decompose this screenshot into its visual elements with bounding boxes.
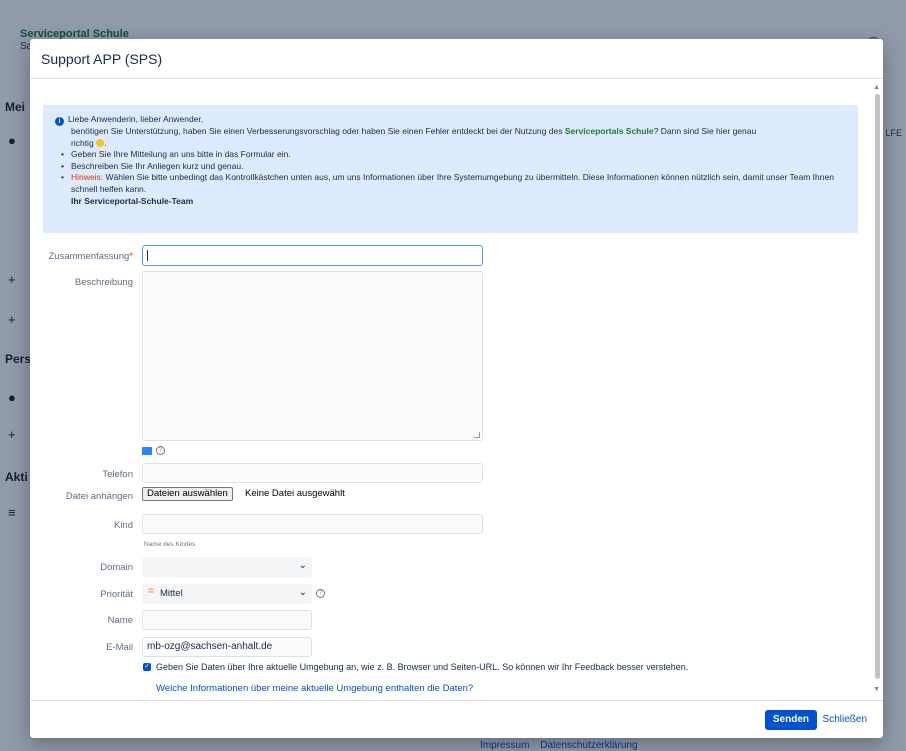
summary-label-text: Zusammenfassung xyxy=(48,251,130,262)
email-input[interactable]: mb-ozg@sachsen-anhalt.de xyxy=(142,637,312,657)
help-icon[interactable]: ? xyxy=(156,446,165,455)
dialog-title: Support APP (SPS) xyxy=(41,51,163,67)
domain-select[interactable]: ⌄ xyxy=(142,557,312,577)
info-bullet: Beschreiben Sie Ihr Anliegen kurz und ge… xyxy=(61,160,848,173)
summary-label: Zusammenfassung* xyxy=(30,251,134,262)
scroll-down-arrow-icon[interactable]: ▼ xyxy=(873,686,880,693)
info-greeting-line: i Liebe Anwenderin, lieber Anwender, xyxy=(55,114,848,126)
chevron-down-icon: ⌄ xyxy=(298,560,307,571)
scrollbar-thumb[interactable] xyxy=(875,94,880,679)
info-intro-text: benötigen Sie Unterstützung, haben Sie e… xyxy=(71,126,563,136)
domain-label: Domain xyxy=(100,562,133,573)
support-dialog: Support APP (SPS) ▲ ▼ i Liebe Anwenderin,… xyxy=(30,39,883,738)
info-intro-end: richtig xyxy=(71,137,94,148)
info-intro: benötigen Sie Unterstützung, haben Sie e… xyxy=(71,126,757,148)
no-file-status: Keine Datei ausgewählt xyxy=(245,488,345,499)
dialog-footer: Senden Schließen xyxy=(30,700,883,738)
child-input[interactable] xyxy=(142,514,483,534)
text-caret xyxy=(147,250,148,261)
name-input[interactable] xyxy=(142,610,312,630)
priority-medium-icon: = xyxy=(148,586,154,597)
email-label: E-Mail xyxy=(106,642,133,653)
info-hint-text: Wählen Sie bitte unbedingt das Kontrollk… xyxy=(71,172,834,194)
info-signature: Ihr Serviceportal-Schule-Team xyxy=(71,195,194,206)
info-hint-label: Hinweis: xyxy=(71,172,104,183)
info-panel: i Liebe Anwenderin, lieber Anwender, benö… xyxy=(43,105,858,233)
info-greeting: Liebe Anwenderin, lieber Anwender, xyxy=(68,114,204,124)
required-marker: * xyxy=(129,251,133,262)
info-bullet: Geben Sie Ihre Mitteilung an uns bitte i… xyxy=(61,149,848,161)
name-label: Name xyxy=(107,615,133,626)
help-icon[interactable]: ? xyxy=(316,589,325,598)
attachment-toolbar-icon[interactable] xyxy=(142,447,152,455)
environment-info-link[interactable]: Welche Informationen über meine aktuelle… xyxy=(156,683,473,694)
child-hint: Name des Kindes xyxy=(144,541,196,548)
description-label: Beschreibung xyxy=(74,277,133,288)
info-bullet-text: Beschreiben Sie Ihr Anliegen kurz und ge… xyxy=(71,160,244,171)
description-textarea[interactable] xyxy=(142,271,483,441)
phone-label: Telefon xyxy=(102,469,133,480)
attach-label: Datei anhängen xyxy=(65,491,133,502)
info-intro-after: ? Dann sind Sie hier genau xyxy=(653,126,757,136)
scroll-up-arrow-icon[interactable]: ▲ xyxy=(873,84,880,91)
environment-checkbox-label: Geben Sie Daten über Ihre aktuelle Umgeb… xyxy=(156,662,689,672)
close-button[interactable]: Schließen xyxy=(823,714,867,725)
resize-handle-icon[interactable] xyxy=(474,432,480,438)
priority-value: Mittel xyxy=(160,588,183,599)
priority-select[interactable]: = Mittel ⌄ xyxy=(142,584,312,604)
phone-input[interactable] xyxy=(142,463,483,483)
send-button[interactable]: Senden xyxy=(764,710,817,730)
chevron-down-icon: ⌄ xyxy=(298,587,307,598)
info-bullet: Hinweis: Wählen Sie bitte unbedingt das … xyxy=(61,172,848,195)
info-brand-name: Serviceportals Schule xyxy=(564,126,654,136)
info-icon: i xyxy=(55,117,64,126)
smiley-icon xyxy=(96,138,105,147)
dialog-header: Support APP (SPS) xyxy=(30,39,883,79)
environment-checkbox[interactable]: ✓ xyxy=(143,663,151,671)
summary-input[interactable] xyxy=(142,245,483,266)
info-bullet-text: Geben Sie Ihre Mitteilung an uns bitte i… xyxy=(71,149,291,160)
email-value: mb-ozg@sachsen-anhalt.de xyxy=(147,641,273,652)
priority-label: Priorität xyxy=(100,589,133,600)
info-bullet-list: Geben Sie Ihre Mitteilung an uns bitte i… xyxy=(55,149,848,195)
child-label: Kind xyxy=(113,520,133,531)
choose-files-button[interactable]: Dateien auswählen xyxy=(142,487,233,501)
